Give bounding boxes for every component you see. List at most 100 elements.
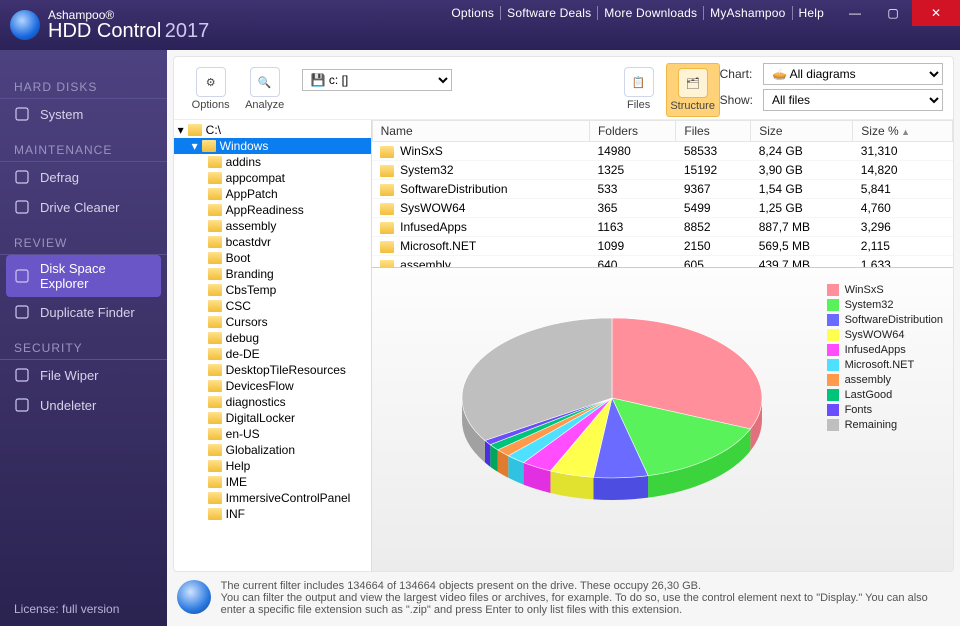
legend-item: Remaining xyxy=(827,419,943,431)
legend-swatch xyxy=(827,359,839,371)
show-label: Show: xyxy=(720,93,753,107)
sidebar-item[interactable]: Duplicate Finder xyxy=(0,297,167,327)
legend-swatch xyxy=(827,374,839,386)
tree-node[interactable]: INF xyxy=(174,506,371,522)
legend-label: SysWOW64 xyxy=(845,329,905,341)
folder-tree[interactable]: ▾C:\▾WindowsaddinsappcompatAppPatchAppRe… xyxy=(174,120,372,571)
show-select[interactable]: All files xyxy=(763,89,943,111)
titlebar: Ashampoo® HDD Control 2017 OptionsSoftwa… xyxy=(0,0,960,50)
folder-icon xyxy=(380,184,394,196)
legend-swatch xyxy=(827,314,839,326)
chart-label: Chart: xyxy=(720,67,753,81)
table-row[interactable]: System32 1325151923,90 GB14,820 xyxy=(372,161,952,180)
legend-swatch xyxy=(827,299,839,311)
pie-icon xyxy=(14,268,30,284)
gear-icon: ⚙ xyxy=(196,67,226,97)
tree-node[interactable]: ImmersiveControlPanel xyxy=(174,490,371,506)
tree-node[interactable]: bcastdvr xyxy=(174,234,371,250)
close-button[interactable]: ✕ xyxy=(912,0,960,26)
legend-item: Microsoft.NET xyxy=(827,359,943,371)
tree-node[interactable]: debug xyxy=(174,330,371,346)
grid-icon xyxy=(14,169,30,185)
tree-node[interactable]: assembly xyxy=(174,218,371,234)
legend-label: InfusedApps xyxy=(845,344,906,356)
sidebar-item[interactable]: File Wiper xyxy=(0,360,167,390)
tree-node[interactable]: ▾Windows xyxy=(174,138,371,154)
topmenu-item[interactable]: Software Deals xyxy=(501,6,598,20)
tree-node[interactable]: DesktopTileResources xyxy=(174,362,371,378)
sidebar-item-label: Defrag xyxy=(40,170,79,185)
sidebar-item[interactable]: Disk Space Explorer xyxy=(6,255,161,297)
top-menu: OptionsSoftware DealsMore DownloadsMyAsh… xyxy=(445,6,830,20)
grid-header[interactable]: Files xyxy=(676,121,751,142)
tree-root[interactable]: ▾C:\ xyxy=(174,122,371,138)
legend-item: SoftwareDistribution xyxy=(827,314,943,326)
topmenu-item[interactable]: More Downloads xyxy=(598,6,704,20)
sidebar-item[interactable]: Drive Cleaner xyxy=(0,192,167,222)
analyze-button[interactable]: 🔍 Analyze xyxy=(238,63,292,115)
options-label: Options xyxy=(192,99,230,111)
legend-item: InfusedApps xyxy=(827,344,943,356)
minimize-button[interactable]: — xyxy=(836,0,874,26)
tree-node[interactable]: CSC xyxy=(174,298,371,314)
tree-node[interactable]: CbsTemp xyxy=(174,282,371,298)
license-label: License: full version xyxy=(0,592,167,626)
product-year: 2017 xyxy=(165,20,210,42)
folder-grid[interactable]: NameFoldersFilesSizeSize % WinSxS 149805… xyxy=(372,120,953,268)
sidebar-item[interactable]: System xyxy=(0,99,167,129)
tree-node[interactable]: en-US xyxy=(174,426,371,442)
legend-label: LastGood xyxy=(845,389,893,401)
tree-node[interactable]: IME xyxy=(174,474,371,490)
magnify-disc-icon: 🔍 xyxy=(250,67,280,97)
tree-node[interactable]: appcompat xyxy=(174,170,371,186)
sidebar-item-label: Disk Space Explorer xyxy=(40,261,153,291)
legend-swatch xyxy=(827,329,839,341)
tree-node[interactable]: AppReadiness xyxy=(174,202,371,218)
files-button[interactable]: 📋 Files xyxy=(612,63,666,115)
tree-node[interactable]: AppPatch xyxy=(174,186,371,202)
legend-label: Fonts xyxy=(845,404,873,416)
tree-node[interactable]: DigitalLocker xyxy=(174,410,371,426)
table-row[interactable]: SysWOW64 36554991,25 GB4,760 xyxy=(372,199,952,218)
tree-node[interactable]: Globalization xyxy=(174,442,371,458)
table-row[interactable]: WinSxS 14980585338,24 GB31,310 xyxy=(372,142,952,161)
folder-icon xyxy=(380,146,394,158)
topmenu-item[interactable]: Help xyxy=(793,6,830,20)
legend-swatch xyxy=(827,389,839,401)
folder-icon xyxy=(380,241,394,253)
window-controls: — ▢ ✕ xyxy=(836,0,960,26)
tree-node[interactable]: Help xyxy=(174,458,371,474)
product-name: HDD Control xyxy=(48,20,161,42)
topmenu-item[interactable]: MyAshampoo xyxy=(704,6,792,20)
sidebar-item[interactable]: Undeleter xyxy=(0,390,167,420)
tree-node[interactable]: Boot xyxy=(174,250,371,266)
grid-header[interactable]: Size xyxy=(751,121,853,142)
sidebar-item[interactable]: Defrag xyxy=(0,162,167,192)
topmenu-item[interactable]: Options xyxy=(445,6,501,20)
sidebar-section-title: MAINTENANCE xyxy=(0,137,167,162)
tree-node[interactable]: de-DE xyxy=(174,346,371,362)
grid-header[interactable]: Size % xyxy=(853,121,953,142)
options-button[interactable]: ⚙ Options xyxy=(184,63,238,115)
grid-header[interactable]: Name xyxy=(372,121,589,142)
tree-node[interactable]: Cursors xyxy=(174,314,371,330)
sidebar-section-title: HARD DISKS xyxy=(0,74,167,99)
table-row[interactable]: Microsoft.NET 10992150569,5 MB2,115 xyxy=(372,237,952,256)
grid-header[interactable]: Folders xyxy=(589,121,675,142)
legend-swatch xyxy=(827,404,839,416)
tree-node[interactable]: DevicesFlow xyxy=(174,378,371,394)
tree-node[interactable]: addins xyxy=(174,154,371,170)
shred-icon xyxy=(14,367,30,383)
maximize-button[interactable]: ▢ xyxy=(874,0,912,26)
tree-node[interactable]: diagnostics xyxy=(174,394,371,410)
drive-select[interactable]: 💾 c: [] xyxy=(302,69,452,91)
table-row[interactable]: InfusedApps 11638852887,7 MB3,296 xyxy=(372,218,952,237)
chart-select[interactable]: 🥧 All diagrams xyxy=(763,63,943,85)
sidebar-item-label: File Wiper xyxy=(40,368,99,383)
legend-swatch xyxy=(827,419,839,431)
tree-node[interactable]: Branding xyxy=(174,266,371,282)
legend-item: assembly xyxy=(827,374,943,386)
table-row[interactable]: SoftwareDistribution 53393671,54 GB5,841 xyxy=(372,180,952,199)
table-row[interactable]: assembly 640605439,7 MB1,633 xyxy=(372,256,952,269)
structure-button[interactable]: 🗂 Structure xyxy=(666,63,720,117)
